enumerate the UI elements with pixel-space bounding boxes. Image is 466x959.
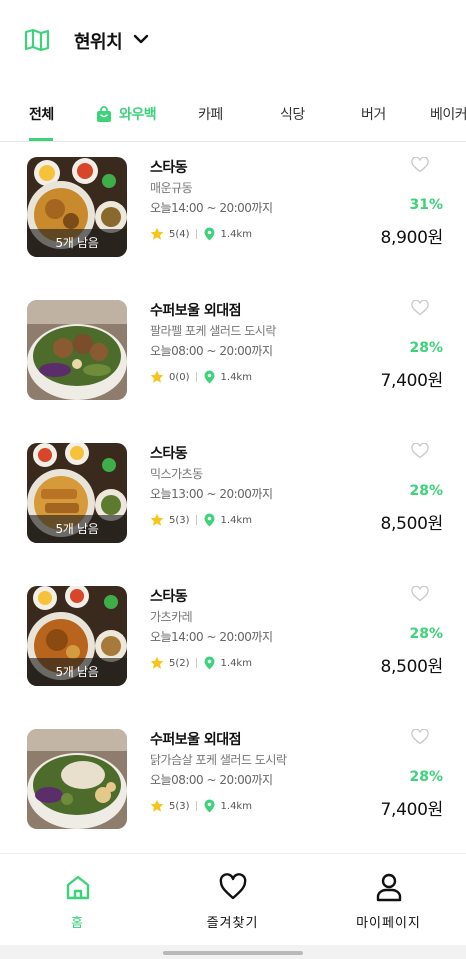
rating-value: 5(4) xyxy=(169,228,190,240)
pickup-hours: 오늘14:00 ~ 20:00까지 xyxy=(150,201,273,215)
active-tab-indicator xyxy=(29,138,53,141)
home-icon xyxy=(66,875,89,900)
discount-rate: 28% xyxy=(409,626,443,642)
distance: 1.4km xyxy=(220,657,252,669)
rating-value: 0(0) xyxy=(169,371,190,383)
store-name: 스타동 xyxy=(150,160,188,176)
nav-favorites[interactable]: 즐겨찾기 xyxy=(155,854,310,946)
tab-wowbag[interactable]: 와우백 xyxy=(96,104,157,124)
store-name: 스타동 xyxy=(150,589,188,605)
pickup-hours: 오늘13:00 ~ 20:00까지 xyxy=(150,487,273,501)
nav-home[interactable]: 홈 xyxy=(0,854,155,946)
pickup-hours: 오늘08:00 ~ 20:00까지 xyxy=(150,344,273,358)
star-icon xyxy=(150,227,164,240)
stock-badge: 5개 남음 xyxy=(27,658,127,686)
distance: 1.4km xyxy=(220,800,252,812)
discount-rate: 28% xyxy=(409,769,443,785)
list-item[interactable]: 수퍼보울 외대점 팔라펠 포케 샐러드 도시락 오늘08:00 ~ 20:00까… xyxy=(0,286,466,400)
star-icon xyxy=(150,513,164,526)
tab-burger[interactable]: 버거 xyxy=(361,104,386,124)
chevron-down-icon[interactable] xyxy=(133,32,149,46)
nav-favorites-label: 즐겨찾기 xyxy=(206,916,259,931)
food-image: 5개 남음 xyxy=(27,586,127,686)
location-label[interactable]: 현위치 xyxy=(74,28,123,54)
divider xyxy=(195,658,197,668)
menu-name: 닭가슴살 포케 샐러드 도시락 xyxy=(150,753,287,767)
rating-row: 5(3) 1.4km xyxy=(150,513,252,527)
price: 7,400원 xyxy=(380,800,443,820)
favorite-heart-icon[interactable] xyxy=(411,586,429,602)
stock-badge: 5개 남음 xyxy=(27,229,127,257)
home-indicator[interactable] xyxy=(163,951,303,955)
favorite-heart-icon[interactable] xyxy=(411,443,429,459)
store-name: 수퍼보울 외대점 xyxy=(150,732,242,748)
list-item[interactable]: 5개 남음 스타동 가츠카레 오늘14:00 ~ 20:00까지 5(2) 1.… xyxy=(0,572,466,686)
distance: 1.4km xyxy=(220,514,252,526)
price: 7,400원 xyxy=(380,371,443,391)
list-item[interactable]: 수퍼보울 외대점 닭가슴살 포케 샐러드 도시락 오늘08:00 ~ 20:00… xyxy=(0,715,466,829)
location-pin-icon xyxy=(204,370,215,384)
store-name: 스타동 xyxy=(150,446,188,462)
food-image: 5개 남음 xyxy=(27,443,127,543)
distance: 1.4km xyxy=(220,228,252,240)
stock-badge: 5개 남음 xyxy=(27,515,127,543)
star-icon xyxy=(150,370,164,383)
discount-rate: 31% xyxy=(409,197,443,213)
star-icon xyxy=(150,799,164,812)
rating-value: 5(3) xyxy=(169,514,190,526)
location-pin-icon xyxy=(204,656,215,670)
price: 8,900원 xyxy=(380,228,443,248)
shopping-bag-icon xyxy=(97,106,111,122)
nav-mypage[interactable]: 마이페이지 xyxy=(311,854,466,946)
user-icon xyxy=(376,873,401,902)
heart-icon xyxy=(219,873,246,900)
tab-restaurant[interactable]: 식당 xyxy=(280,104,305,124)
location-pin-icon xyxy=(204,227,215,241)
map-icon[interactable] xyxy=(24,28,50,52)
food-image: 5개 남음 xyxy=(27,157,127,257)
tab-all[interactable]: 전체 xyxy=(29,104,54,124)
discount-rate: 28% xyxy=(409,483,443,499)
discount-rate: 28% xyxy=(409,340,443,356)
list-item[interactable]: 5개 남음 스타동 믹스가츠동 오늘13:00 ~ 20:00까지 5(3) 1… xyxy=(0,429,466,543)
rating-value: 5(2) xyxy=(169,657,190,669)
rating-row: 5(4) 1.4km xyxy=(150,227,252,241)
rating-row: 5(2) 1.4km xyxy=(150,656,252,670)
divider xyxy=(195,515,197,525)
menu-name: 매운규동 xyxy=(150,181,193,195)
divider xyxy=(195,229,197,239)
favorite-heart-icon[interactable] xyxy=(411,300,429,316)
divider xyxy=(195,801,197,811)
divider xyxy=(195,372,197,382)
tab-cafe[interactable]: 카페 xyxy=(198,104,223,124)
rating-value: 5(3) xyxy=(169,800,190,812)
favorite-heart-icon[interactable] xyxy=(411,729,429,745)
location-pin-icon xyxy=(204,799,215,813)
nav-home-label: 홈 xyxy=(71,916,84,931)
tab-bakery[interactable]: 베이커 xyxy=(430,104,466,124)
pickup-hours: 오늘08:00 ~ 20:00까지 xyxy=(150,773,273,787)
pickup-hours: 오늘14:00 ~ 20:00까지 xyxy=(150,630,273,644)
list-item[interactable]: 5개 남음 스타동 매운규동 오늘14:00 ~ 20:00까지 5(4) 1.… xyxy=(0,143,466,257)
favorite-heart-icon[interactable] xyxy=(411,157,429,173)
star-icon xyxy=(150,656,164,669)
menu-name: 팔라펠 포케 샐러드 도시락 xyxy=(150,324,276,338)
store-name: 수퍼보울 외대점 xyxy=(150,303,242,319)
category-tabs: 전체 와우백 카페 식당 버거 베이커 xyxy=(0,96,466,142)
location-pin-icon xyxy=(204,513,215,527)
rating-row: 5(3) 1.4km xyxy=(150,799,252,813)
tab-wowbag-label: 와우백 xyxy=(119,107,157,123)
menu-name: 가츠카레 xyxy=(150,610,193,624)
menu-name: 믹스가츠동 xyxy=(150,467,203,481)
bottom-nav: 홈 즐겨찾기 마이페이지 xyxy=(0,853,466,945)
price: 8,500원 xyxy=(380,514,443,534)
food-image xyxy=(27,300,127,400)
nav-mypage-label: 마이페이지 xyxy=(356,916,421,931)
food-image xyxy=(27,729,127,829)
header: 현위치 xyxy=(0,0,466,84)
price: 8,500원 xyxy=(380,657,443,677)
rating-row: 0(0) 1.4km xyxy=(150,370,252,384)
distance: 1.4km xyxy=(220,371,252,383)
